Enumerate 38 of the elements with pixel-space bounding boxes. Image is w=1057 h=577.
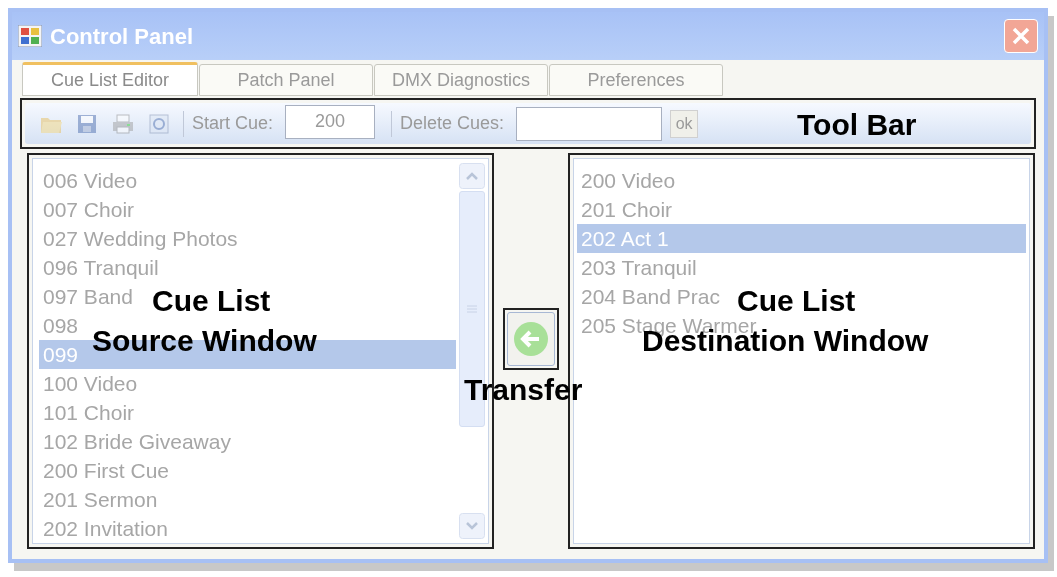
delete-cues-field[interactable] (516, 106, 663, 141)
scroll-up-icon[interactable] (459, 163, 485, 189)
list-item[interactable]: 097 Band (43, 285, 133, 308)
transfer-button[interactable] (507, 312, 555, 366)
delete-cues-label: Delete Cues: (400, 112, 505, 135)
list-item[interactable]: 204 Band Prac (581, 285, 720, 308)
app-icon (18, 25, 42, 47)
list-item[interactable]: 102 Bride Giveaway (43, 430, 231, 453)
annotation-label: Source Window (92, 326, 317, 356)
list-item[interactable]: 007 Choir (43, 198, 135, 221)
list-item[interactable]: 027 Wedding Photos (43, 227, 238, 250)
tab[interactable]: Cue List Editor (22, 62, 198, 96)
list-item[interactable]: 202 Invitation (43, 517, 168, 540)
list-item[interactable]: 200 First Cue (43, 459, 170, 482)
tab[interactable]: DMX Diagnostics (374, 64, 548, 96)
list-item[interactable]: 201 Choir (581, 198, 673, 221)
list-item[interactable]: 202 Act 1 (581, 227, 669, 250)
ok-button[interactable]: ok (670, 109, 699, 138)
annotation-label: Cue List (152, 286, 271, 316)
list-item[interactable]: 101 Choir (43, 401, 135, 424)
tab[interactable]: Patch Panel (199, 64, 373, 96)
annotation-label: Tool Bar (797, 110, 917, 140)
list-item[interactable]: 006 Video (43, 169, 138, 192)
list-item[interactable]: 100 Video (43, 372, 138, 395)
start-cue-field[interactable]: 200 (285, 104, 376, 139)
annotation-label: Cue List (737, 286, 856, 316)
close-icon (1012, 27, 1030, 45)
tab[interactable]: Preferences (549, 64, 723, 96)
start-cue-label: Start Cue: (192, 112, 274, 135)
list-item[interactable]: 201 Sermon (43, 488, 158, 511)
list-item[interactable]: 200 Video (581, 169, 676, 192)
list-item[interactable]: 096 Tranquil (43, 256, 159, 279)
list-item[interactable]: 098 (43, 314, 79, 337)
window-title: Control Panel (50, 22, 193, 51)
close-button[interactable] (1004, 19, 1038, 53)
list-item[interactable]: 099 (43, 343, 79, 366)
list-item[interactable]: 203 Tranquil (581, 256, 697, 279)
scroll-down-icon[interactable] (459, 513, 485, 539)
